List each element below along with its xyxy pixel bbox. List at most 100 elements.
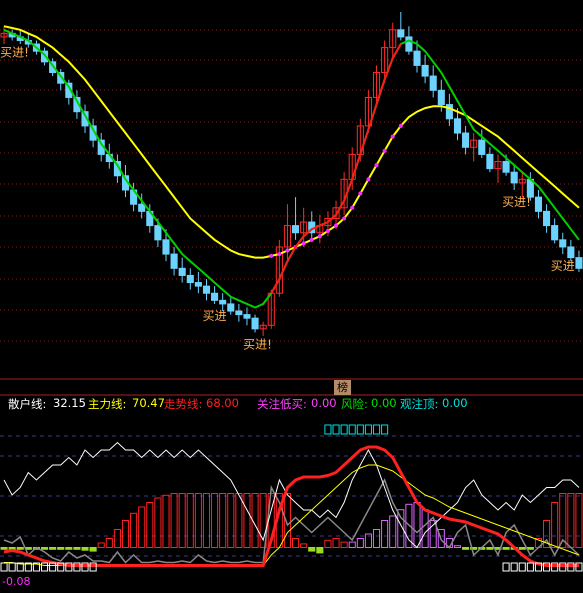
histogram-bar — [57, 547, 65, 550]
histogram-bar — [551, 502, 559, 548]
buy-signal-label: 买进! — [502, 195, 531, 209]
trend-dot — [334, 223, 339, 228]
histogram-bar — [73, 547, 81, 550]
histogram-bar — [0, 547, 8, 550]
histogram-bar — [486, 547, 494, 550]
stock-chart[interactable]: 买进! 买进 买进! 买进! 买进 — [0, 0, 583, 589]
histogram-bar — [202, 493, 211, 548]
histogram-bar — [105, 538, 113, 548]
candle-body — [202, 285, 211, 294]
retail-line-value: 32.15 — [53, 396, 86, 410]
histogram-bar — [130, 512, 138, 548]
histogram-bar — [526, 547, 534, 550]
candle-body — [219, 299, 227, 305]
trend-dot — [301, 241, 306, 246]
candle-body — [486, 153, 494, 170]
risk-label: 风险: — [341, 397, 368, 411]
trend-dot — [398, 123, 403, 128]
trend-up-line — [270, 43, 402, 294]
candle-body — [502, 161, 510, 173]
candle-body — [194, 282, 202, 287]
trend-dot — [309, 237, 314, 242]
candle-body — [462, 132, 470, 148]
watch-top-box — [381, 424, 389, 435]
trend-dot — [277, 252, 282, 257]
trend-dot — [325, 228, 330, 233]
low-buy-box — [526, 562, 534, 572]
candle-body — [551, 225, 559, 241]
trend-dot — [317, 234, 322, 239]
histogram-bar — [219, 493, 227, 548]
low-buy-box — [502, 562, 510, 572]
candle-body — [170, 253, 178, 269]
histogram-bar — [332, 538, 340, 548]
histogram-bar — [421, 509, 429, 549]
candle-body — [243, 314, 251, 319]
chart-canvas[interactable]: 买进!买进买进!买进!买进 — [0, 0, 583, 589]
candle-body — [178, 267, 186, 276]
buy-signal-label: 买进! — [0, 45, 29, 59]
candle-body — [478, 139, 486, 155]
candle-body — [292, 225, 300, 234]
histogram-bar — [40, 547, 49, 550]
trend-dot — [358, 191, 363, 196]
candle-body — [397, 29, 405, 38]
watch-buy-value: 0.00 — [311, 396, 337, 410]
trend-dot — [382, 148, 387, 153]
histogram-bar — [243, 493, 251, 548]
buy-signal-label: 买进! — [243, 337, 272, 351]
candle-body — [534, 196, 543, 212]
histogram-bar — [462, 547, 470, 550]
cursor-tag: 榜 — [334, 380, 351, 395]
histogram-bar — [138, 506, 146, 548]
histogram-bar — [372, 529, 381, 548]
candle-body — [429, 75, 437, 91]
histogram-bar — [300, 543, 308, 549]
histogram-bar — [518, 547, 526, 550]
trend-dot — [342, 216, 347, 221]
watch-top-box — [340, 424, 348, 435]
trend-dot — [366, 177, 371, 182]
candle-body — [251, 317, 259, 330]
low-buy-box — [40, 562, 49, 572]
low-buy-box — [510, 562, 518, 572]
histogram-bar — [194, 493, 202, 548]
watch-top-box — [364, 424, 372, 435]
candle-body — [559, 239, 567, 248]
histogram-bar — [211, 493, 219, 548]
low-buy-box — [0, 562, 8, 572]
histogram-bar — [113, 529, 121, 548]
low-buy-box — [8, 562, 16, 572]
candle-body — [154, 225, 162, 241]
watch-top-value: 0.00 — [442, 396, 468, 410]
histogram-bar — [235, 493, 243, 548]
retail-line-label: 散户线: — [8, 397, 47, 411]
candle-body — [405, 36, 413, 52]
watch-top-box — [348, 424, 356, 435]
histogram-bar — [381, 520, 389, 548]
watch-buy-label: 关注低买: — [257, 397, 307, 411]
buy-signal-label: 买进 — [203, 309, 227, 323]
trend-line-label: 走势线: — [164, 397, 203, 411]
histogram-bar — [308, 547, 316, 552]
candle-body — [186, 274, 194, 284]
indicator-legend-bar: 散户线: 32.15 主力线: 70.47 走势线: 68.00 关注低买: 0… — [0, 396, 583, 412]
low-buy-box — [518, 562, 526, 572]
candle-body — [413, 50, 421, 66]
histogram-bar — [121, 520, 130, 548]
watch-top-box — [356, 424, 364, 435]
candle-body — [235, 310, 243, 316]
main-force-line-value: 70.47 — [132, 396, 165, 410]
candle-body — [453, 118, 462, 134]
trend-dot — [374, 163, 379, 168]
histogram-bar — [575, 493, 583, 548]
histogram-bar — [81, 547, 89, 551]
candle-body — [567, 246, 575, 259]
watch-top-box — [324, 424, 332, 435]
trend-dot — [390, 134, 395, 139]
candle-body — [510, 171, 518, 184]
histogram-bar — [170, 493, 178, 548]
candle-body — [543, 210, 551, 227]
histogram-bar — [413, 502, 421, 548]
histogram-bar — [502, 547, 510, 550]
